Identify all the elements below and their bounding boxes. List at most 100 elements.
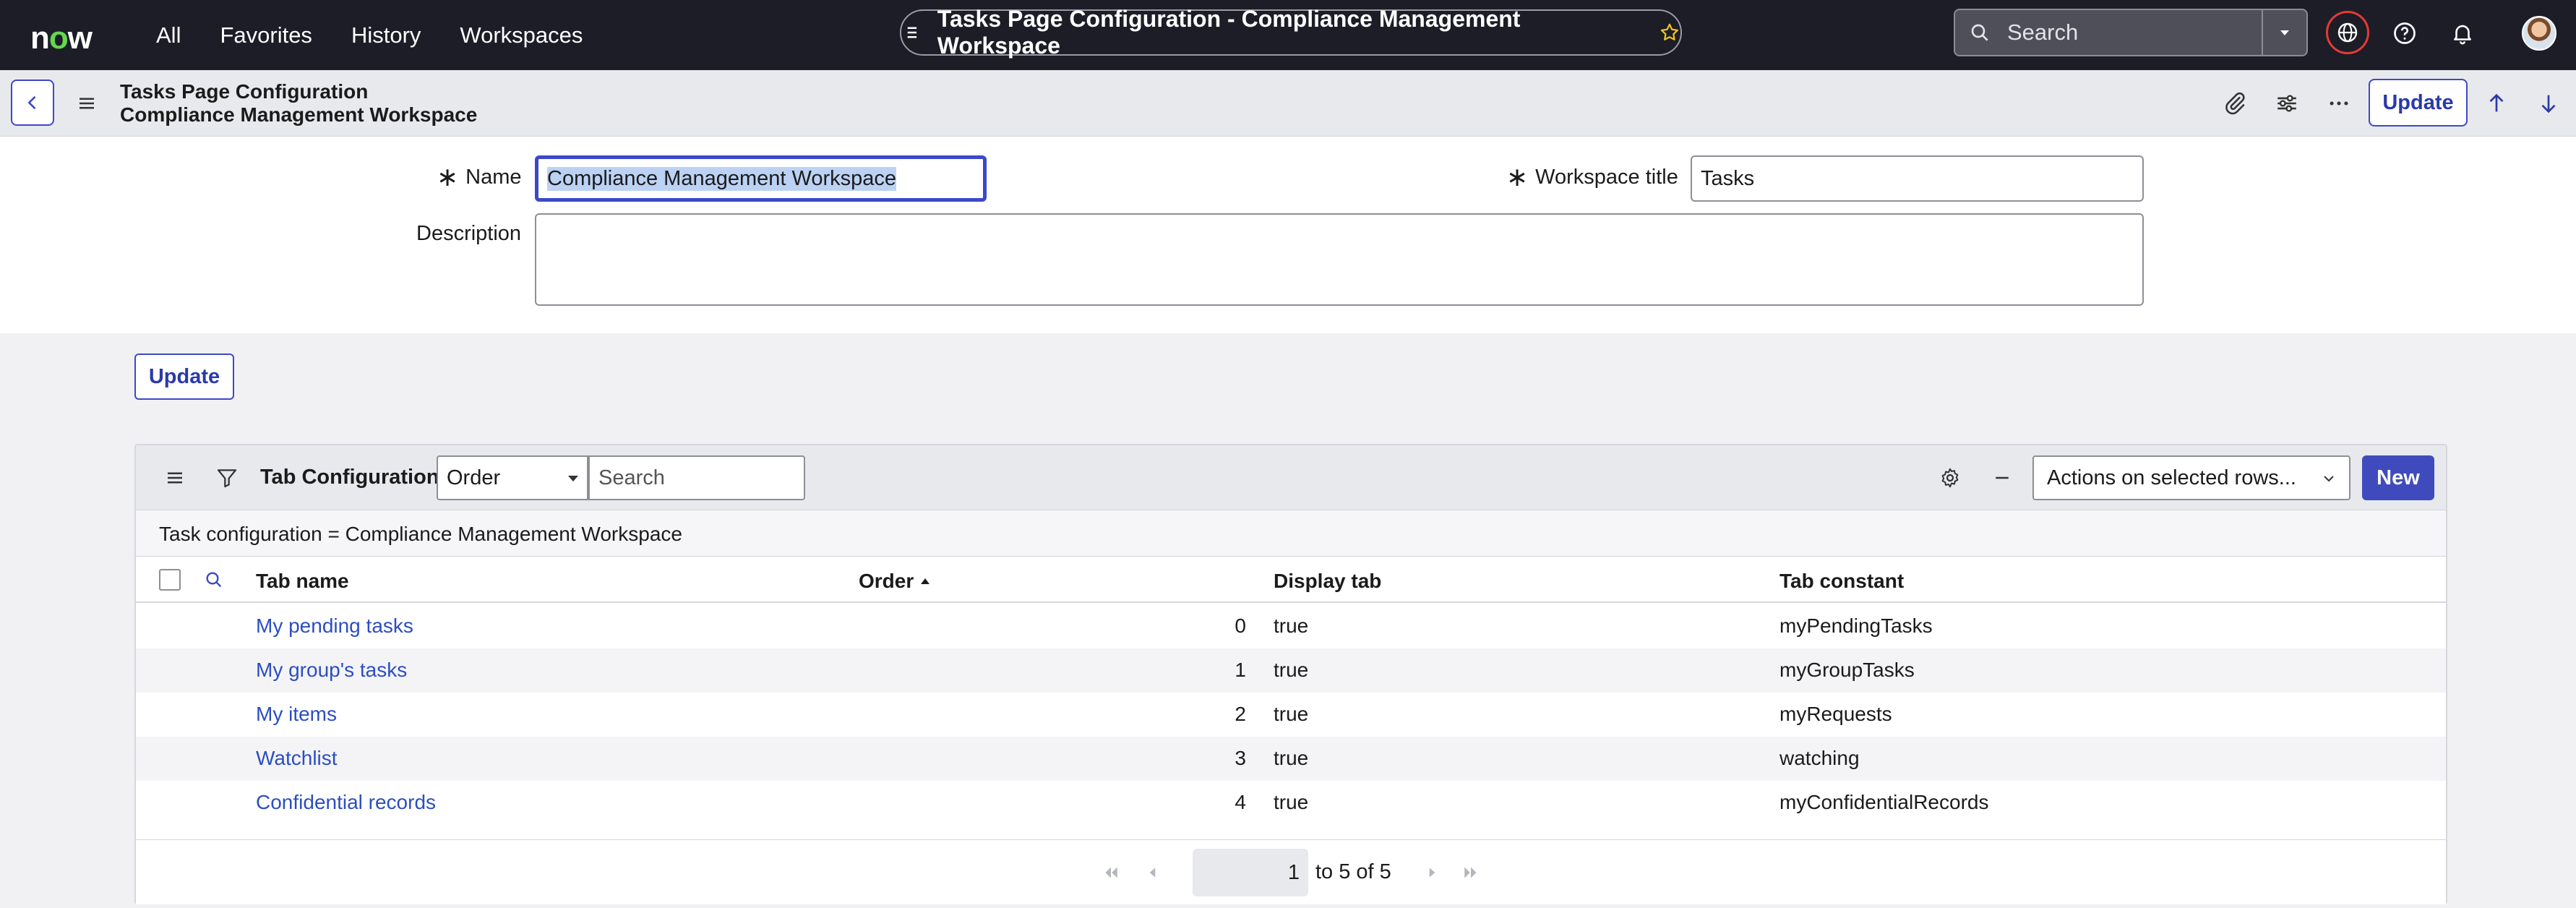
form-body: ∗ Name Compliance Management Workspace ∗… — [0, 137, 2576, 333]
update-button[interactable]: Update — [134, 354, 234, 400]
search-dropdown-button[interactable] — [2262, 10, 2306, 55]
search-icon — [1971, 24, 1988, 41]
list-pagination: 1 to 5 of 5 — [136, 839, 2446, 904]
nav-link-favorites[interactable]: Favorites — [220, 22, 312, 48]
row-order: 1 — [1235, 659, 1246, 681]
list-settings-button[interactable] — [1936, 463, 1965, 492]
row-tab-name-link[interactable]: My group's tasks — [256, 659, 407, 682]
description-field[interactable] — [535, 213, 2144, 306]
row-tab-constant: myRequests — [1779, 703, 1892, 725]
page-number-input[interactable]: 1 — [1193, 849, 1308, 896]
workspace-title-label-text: Workspace title — [1535, 165, 1678, 189]
name-field-value: Compliance Management Workspace — [547, 166, 897, 191]
actions-on-selected-rows-select[interactable]: Actions on selected rows... — [2032, 455, 2350, 500]
list-title: Tab Configurations — [260, 466, 451, 489]
first-page-button[interactable] — [1099, 860, 1123, 885]
column-header-display-tab[interactable]: Display tab — [1274, 570, 1381, 593]
column-header-tab-name[interactable]: Tab name — [256, 570, 349, 593]
servicenow-logo[interactable]: now — [30, 20, 93, 56]
user-avatar[interactable] — [2522, 16, 2556, 51]
list-filter-button[interactable] — [212, 463, 241, 492]
header-update-button[interactable]: Update — [2369, 79, 2468, 127]
row-tab-name-link[interactable]: My items — [256, 703, 337, 726]
more-options-button[interactable] — [2323, 87, 2355, 119]
next-record-button[interactable] — [2533, 87, 2564, 119]
list-breadcrumb: Task configuration = Compliance Manageme… — [136, 510, 2446, 557]
row-order: 0 — [1235, 614, 1246, 637]
paperclip-icon — [2225, 92, 2245, 115]
form-header: Tasks Page Configuration Compliance Mana… — [0, 70, 2576, 137]
more-icon — [2330, 101, 2348, 106]
select-all-checkbox[interactable] — [159, 569, 181, 591]
personalize-form-button[interactable] — [2271, 87, 2303, 119]
breadcrumb-filter[interactable]: Task configuration = Compliance Manageme… — [159, 523, 682, 546]
attachment-button[interactable] — [2219, 87, 2251, 119]
row-tab-name-link[interactable]: Watchlist — [256, 747, 338, 770]
required-asterisk-icon: ∗ — [1506, 162, 1529, 192]
next-page-button[interactable] — [1420, 860, 1444, 885]
name-field[interactable]: Compliance Management Workspace — [535, 155, 987, 202]
top-navigation-bar: now All Favorites History Workspaces Tas… — [0, 0, 2576, 70]
row-order: 2 — [1235, 703, 1246, 725]
context-title: Tasks Page Configuration - Compliance Ma… — [937, 6, 1521, 59]
actions-select-value: Actions on selected rows... — [2047, 466, 2296, 489]
form-context-menu-button[interactable] — [72, 89, 101, 118]
row-display-tab: true — [1274, 791, 1309, 813]
row-tab-name-link[interactable]: Confidential records — [256, 791, 436, 814]
collapse-list-button[interactable] — [1988, 463, 2017, 492]
menu-icon — [168, 472, 182, 484]
search-field-select[interactable]: Order — [437, 455, 588, 500]
column-header-order[interactable]: Order — [859, 570, 930, 593]
table-row: Confidential records 4 true myConfidenti… — [136, 781, 2446, 825]
language-button[interactable] — [2326, 11, 2369, 54]
previous-record-button[interactable] — [2481, 87, 2512, 119]
description-label: Description — [416, 222, 522, 245]
form-title-table: Tasks Page Configuration — [120, 80, 369, 103]
table-row: My group's tasks 1 true myGroupTasks — [136, 648, 2446, 693]
workspace-title-field[interactable]: Tasks — [1691, 155, 2144, 202]
table-row: My items 2 true myRequests — [136, 693, 2446, 737]
arrow-up-icon — [2489, 93, 2504, 112]
new-button[interactable]: New — [2362, 455, 2434, 500]
bell-icon — [2454, 25, 2471, 45]
row-display-tab: true — [1274, 614, 1309, 637]
previous-page-button[interactable] — [1141, 860, 1165, 885]
list-context-menu-button[interactable] — [160, 463, 189, 492]
required-asterisk-icon: ∗ — [437, 162, 459, 192]
row-tab-constant: myGroupTasks — [1779, 659, 1915, 681]
arrow-down-icon — [2541, 95, 2556, 113]
last-page-icon — [1464, 867, 1477, 878]
next-page-icon — [1429, 868, 1435, 878]
nav-link-history[interactable]: History — [351, 22, 421, 48]
name-label-text: Name — [465, 165, 522, 189]
row-tab-name-link[interactable]: My pending tasks — [256, 614, 413, 638]
column-header-tab-constant[interactable]: Tab constant — [1779, 570, 1904, 593]
menu-icon — [80, 98, 94, 109]
search-field-select-value: Order — [447, 466, 501, 489]
context-title-pill[interactable]: Tasks Page Configuration - Compliance Ma… — [900, 6, 1682, 59]
workspace-title-label: ∗ Workspace title — [1506, 164, 1678, 190]
nav-link-all[interactable]: All — [156, 22, 181, 48]
list-search-input[interactable]: Search — [588, 455, 805, 500]
row-tab-constant: myPendingTasks — [1779, 614, 1933, 637]
notifications-button[interactable] — [2448, 19, 2477, 48]
last-page-button[interactable] — [1459, 860, 1483, 885]
row-tab-constant: myConfidentialRecords — [1779, 791, 1989, 813]
global-search[interactable]: Search — [1954, 9, 2308, 56]
list-toolbar: Tab Configurations Order Search Actions … — [136, 445, 2446, 510]
minus-icon — [1996, 476, 2009, 479]
back-chevron-icon — [27, 95, 36, 110]
name-label: ∗ Name — [437, 164, 522, 190]
sliders-icon — [2277, 95, 2296, 112]
help-button[interactable] — [2390, 19, 2419, 48]
table-row: My pending tasks 0 true myPendingTasks — [136, 604, 2446, 648]
star-icon[interactable] — [1659, 22, 1680, 43]
back-button[interactable] — [11, 80, 54, 126]
gear-icon — [1941, 468, 1959, 488]
search-icon[interactable] — [202, 568, 226, 591]
nav-links: All Favorites History Workspaces — [156, 0, 622, 70]
nav-link-workspaces[interactable]: Workspaces — [460, 22, 583, 48]
row-tab-constant: watching — [1779, 747, 1860, 769]
dropdown-caret-icon — [568, 476, 578, 481]
global-search-placeholder: Search — [2007, 20, 2079, 45]
